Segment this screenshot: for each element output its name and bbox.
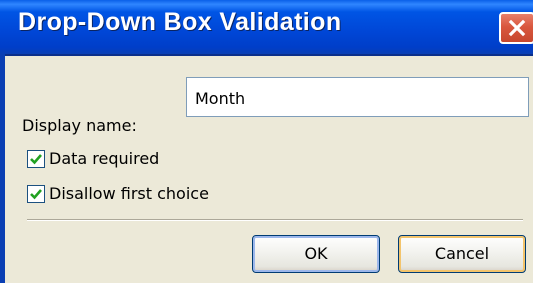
checkmark-icon — [30, 189, 42, 200]
display-name-input[interactable] — [187, 78, 528, 116]
display-name-label: Display name: — [22, 116, 137, 135]
separator — [27, 219, 523, 221]
checkmark-icon — [30, 154, 42, 165]
window-border — [0, 54, 5, 283]
title-bar[interactable]: Drop-Down Box Validation — [0, 0, 533, 56]
close-button[interactable] — [499, 12, 533, 44]
ok-button[interactable]: OK — [252, 235, 380, 273]
display-name-field-frame[interactable] — [186, 77, 529, 117]
data-required-label[interactable]: Data required — [49, 149, 159, 168]
dialog-window: Drop-Down Box Validation Display name: D… — [0, 0, 533, 283]
cancel-button[interactable]: Cancel — [398, 235, 526, 273]
data-required-checkbox[interactable] — [27, 150, 45, 168]
dialog-title: Drop-Down Box Validation — [18, 8, 342, 36]
disallow-first-choice-checkbox[interactable] — [27, 185, 45, 203]
disallow-first-choice-label[interactable]: Disallow first choice — [49, 184, 209, 203]
close-icon — [508, 19, 526, 37]
